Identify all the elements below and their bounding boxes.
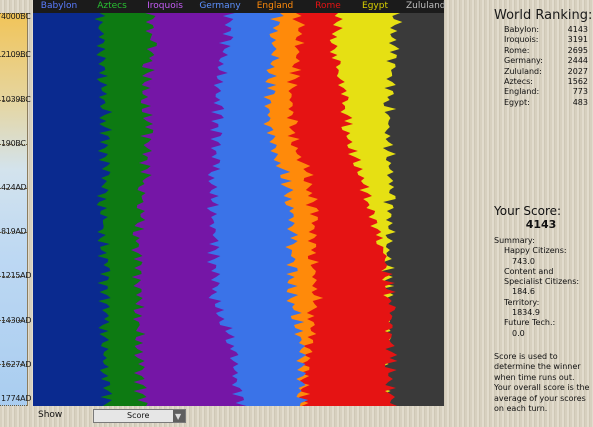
rank-civ-score: 3191 <box>567 35 588 45</box>
timeline-date: 2109BC <box>1 50 31 59</box>
rank-civ-name: Germany: <box>504 56 543 66</box>
timeline-date: 1039BC <box>1 95 31 104</box>
chevron-down-glyph: ▼ <box>175 412 182 421</box>
rank-civ-name: England: <box>504 87 540 97</box>
future-tech-label: Future Tech.: <box>504 318 556 328</box>
rank-civ-name: Iroquois: <box>504 35 539 45</box>
timeline-date: 424AD <box>1 183 27 192</box>
timeline-date: 190BC <box>1 139 26 148</box>
happy-citizens-value: 743.0 <box>512 256 535 266</box>
rank-civ-name: Egypt: <box>504 97 530 107</box>
ranking-panel: World Ranking: Babylon: 4143 Iroquois: 319… <box>489 0 593 427</box>
legend-egypt[interactable]: Egypt <box>355 1 395 12</box>
rank-civ-score: 2695 <box>567 45 588 55</box>
your-score-title: Your Score: <box>494 204 562 218</box>
ranking-row: Egypt: 483 <box>504 98 588 108</box>
rank-civ-name: Rome: <box>504 45 530 55</box>
legend-aztecs[interactable]: Aztecs <box>88 1 136 12</box>
timeline-axis: 4000BC 2109BC 1039BC 190BC 424AD 819AD 1… <box>0 12 32 406</box>
timeline-date: 1215AD <box>1 271 32 280</box>
legend-iroquois[interactable]: Iroquois <box>141 1 189 12</box>
rank-civ-score: 1562 <box>567 76 588 86</box>
territory-value: 1834.9 <box>512 308 540 318</box>
rank-civ-score: 483 <box>572 97 588 107</box>
your-score-value: 4143 <box>525 218 557 231</box>
legend-zululand[interactable]: Zululand <box>403 1 446 12</box>
happy-citizens-label: Happy Citizens: <box>504 246 567 256</box>
chevron-down-icon[interactable]: ▼ <box>173 410 185 422</box>
score-history-svg <box>33 13 444 406</box>
show-label: Show <box>38 410 63 420</box>
score-summary: Summary: Happy Citizens: 743.0 Content a… <box>494 236 592 339</box>
ranking-row: Aztecs: 1562 <box>504 77 588 87</box>
show-select[interactable]: Score ▼ <box>93 409 186 423</box>
bottom-bar: Show Score ▼ <box>33 406 444 427</box>
legend-rome[interactable]: Rome <box>308 1 348 12</box>
future-tech-value: 0.0 <box>512 328 525 338</box>
ranking-list: Babylon: 4143 Iroquois: 3191 Rome: 2695 Ger… <box>504 25 588 108</box>
timeline-date: 1627AD <box>1 360 32 369</box>
content-citizens-value: 184.6 <box>512 287 535 297</box>
rank-civ-score: 773 <box>572 87 588 97</box>
content-citizens-label: Content and Specialist Citizens: <box>504 266 580 287</box>
timeline-tick <box>0 405 27 406</box>
rank-civ-name: Aztecs: <box>504 76 533 86</box>
rank-civ-score: 2444 <box>567 56 588 66</box>
territory-label: Territory: <box>504 297 540 307</box>
ranking-row: Iroquois: 3191 <box>504 35 588 45</box>
ranking-row: Rome: 2695 <box>504 46 588 56</box>
ranking-row: England: 773 <box>504 87 588 97</box>
world-ranking-title: World Ranking: <box>494 8 593 23</box>
summary-title: Summary: <box>494 236 535 245</box>
rank-civ-score: 4143 <box>567 25 588 34</box>
score-history-chart <box>33 13 444 406</box>
rank-civ-name: Zululand: <box>504 66 542 76</box>
legend-england[interactable]: England <box>251 1 299 12</box>
civ-legend: Babylon Aztecs Iroquois Germany England … <box>33 0 446 13</box>
ranking-row: Zululand: 2027 <box>504 67 588 77</box>
timeline-date: 819AD <box>1 227 27 236</box>
legend-germany[interactable]: Germany <box>195 1 245 12</box>
band-babylon <box>33 13 113 406</box>
timeline-date: 1430AD <box>1 316 32 325</box>
rank-civ-score: 2027 <box>567 66 588 76</box>
timeline-date: 4000BC <box>1 12 31 21</box>
timeline-date: 1774AD <box>1 394 32 403</box>
ranking-row: Germany: 2444 <box>504 56 588 66</box>
show-select-value: Score <box>127 411 150 420</box>
legend-babylon[interactable]: Babylon <box>35 1 83 12</box>
rank-civ-name: Babylon: <box>504 25 540 34</box>
ranking-row: Babylon: 4143 <box>504 25 588 35</box>
score-explanation: Score is used to determine the winner wh… <box>494 352 590 414</box>
